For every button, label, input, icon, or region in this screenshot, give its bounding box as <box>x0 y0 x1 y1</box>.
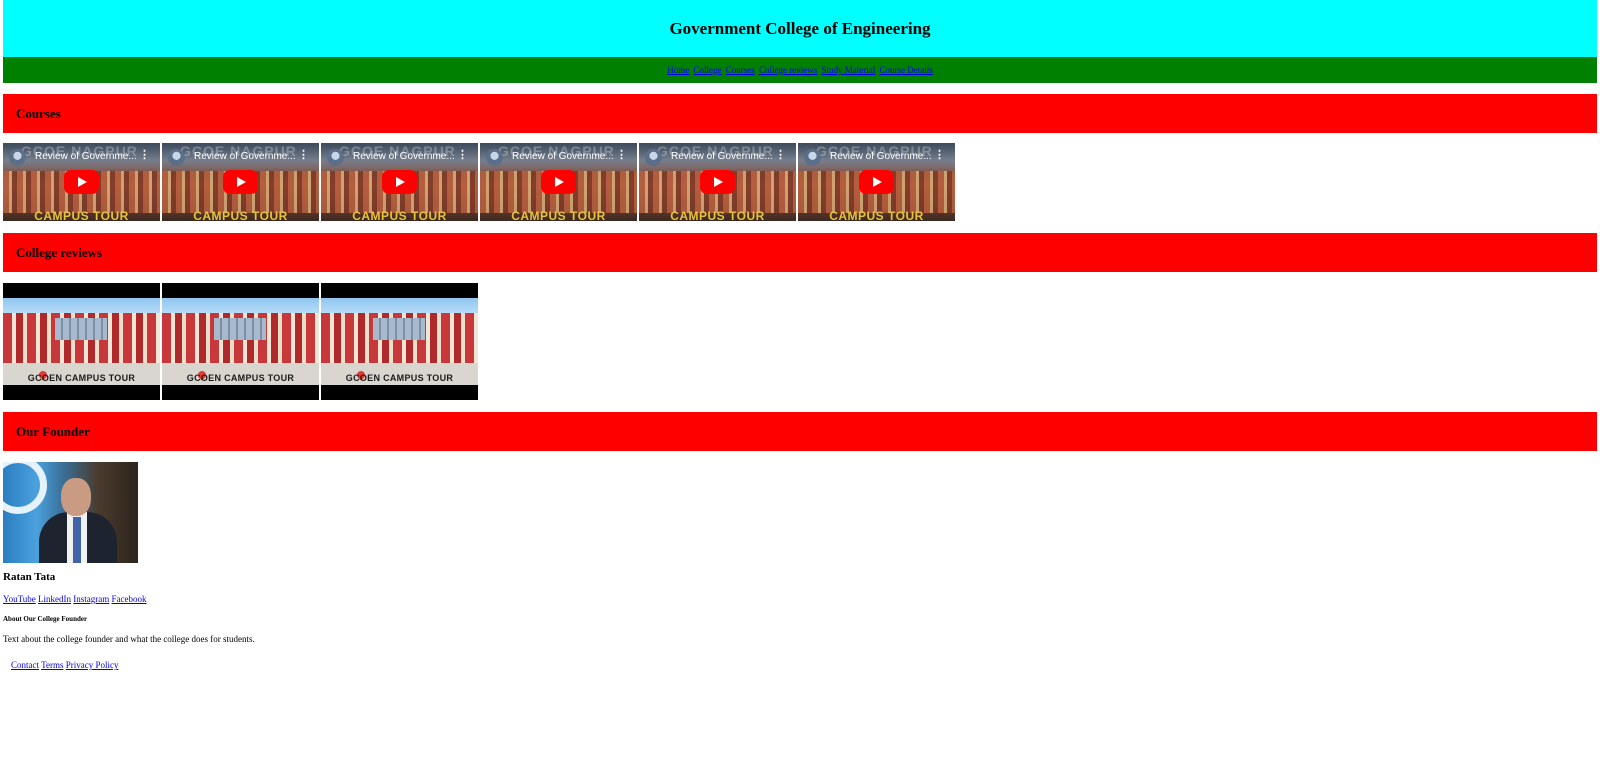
founder-social-links: YouTube LinkedIn Instagram Facebook <box>3 594 147 604</box>
video-embed[interactable]: GCOE NAGPUR Review of Governme... ⋮ CAMP… <box>639 143 796 221</box>
courses-section-header: Courses <box>3 94 1597 133</box>
tata-logo-icon <box>3 462 47 514</box>
founder-name: Ratan Tata <box>3 571 56 583</box>
video-title[interactable]: Review of Governme... <box>353 151 458 162</box>
video-title[interactable]: Review of Governme... <box>35 151 140 162</box>
video-title[interactable]: Review of Governme... <box>512 151 617 162</box>
channel-avatar-icon[interactable] <box>486 149 503 166</box>
play-button-icon[interactable] <box>382 170 417 194</box>
channel-avatar-icon[interactable] <box>804 149 821 166</box>
video-caption: CAMPUS TOUR <box>511 209 606 221</box>
facebook-link[interactable]: Facebook <box>112 594 147 604</box>
site-header: Government College of Engineering <box>3 0 1597 57</box>
more-options-icon[interactable]: ⋮ <box>616 150 627 161</box>
review-image: GCOEN CAMPUS TOUR <box>3 283 160 400</box>
video-embed[interactable]: GCOE NAGPUR Review of Governme... ⋮ CAMP… <box>321 143 478 221</box>
video-caption: CAMPUS TOUR <box>670 209 765 221</box>
review-image-caption: GCOEN CAMPUS TOUR <box>27 373 136 383</box>
video-caption: CAMPUS TOUR <box>193 209 288 221</box>
founder-section-header: Our Founder <box>3 412 1597 451</box>
about-founder-text: Text about the college founder and what … <box>3 634 255 644</box>
review-image-caption: GCOEN CAMPUS TOUR <box>345 373 454 383</box>
privacy-policy-link[interactable]: Privacy Policy <box>66 660 119 670</box>
youtube-link[interactable]: YouTube <box>3 594 36 604</box>
review-image: GCOEN CAMPUS TOUR <box>321 283 478 400</box>
review-image: GCOEN CAMPUS TOUR <box>162 283 319 400</box>
channel-avatar-icon[interactable] <box>9 149 26 166</box>
more-options-icon[interactable]: ⋮ <box>139 150 150 161</box>
top-navigation: Home College Courses College reviews Stu… <box>3 57 1597 83</box>
nav-link-college-reviews[interactable]: College reviews <box>759 65 817 75</box>
channel-avatar-icon[interactable] <box>645 149 662 166</box>
channel-avatar-icon[interactable] <box>168 149 185 166</box>
founder-heading: Our Founder <box>16 424 90 439</box>
reviews-heading: College reviews <box>16 245 103 260</box>
play-button-icon[interactable] <box>859 170 894 194</box>
play-button-icon[interactable] <box>64 170 99 194</box>
video-embed[interactable]: GCOE NAGPUR Review of Governme... ⋮ CAMP… <box>480 143 637 221</box>
video-title[interactable]: Review of Governme... <box>671 151 776 162</box>
video-embed[interactable]: GCOE NAGPUR Review of Governme... ⋮ CAMP… <box>162 143 319 221</box>
more-options-icon[interactable]: ⋮ <box>298 150 309 161</box>
nav-link-college[interactable]: College <box>694 65 722 75</box>
courses-video-row: GCOE NAGPUR Review of Governme... ⋮ CAMP… <box>3 143 957 221</box>
instagram-link[interactable]: Instagram <box>73 594 109 604</box>
reviews-section-header: College reviews <box>3 233 1597 272</box>
more-options-icon[interactable]: ⋮ <box>775 150 786 161</box>
play-button-icon[interactable] <box>700 170 735 194</box>
nav-link-course-details[interactable]: Course Details <box>879 65 932 75</box>
terms-link[interactable]: Terms <box>41 660 63 670</box>
play-button-icon[interactable] <box>541 170 576 194</box>
courses-heading: Courses <box>16 106 61 121</box>
play-button-icon[interactable] <box>223 170 258 194</box>
nav-link-home[interactable]: Home <box>667 65 689 75</box>
more-options-icon[interactable]: ⋮ <box>934 150 945 161</box>
about-founder-heading: About Our College Founder <box>3 615 88 623</box>
video-title[interactable]: Review of Governme... <box>830 151 935 162</box>
video-embed[interactable]: GCOE NAGPUR Review of Governme... ⋮ CAMP… <box>3 143 160 221</box>
video-caption: CAMPUS TOUR <box>34 209 129 221</box>
video-caption: CAMPUS TOUR <box>829 209 924 221</box>
linkedin-link[interactable]: LinkedIn <box>38 594 71 604</box>
reviews-image-row: GCOEN CAMPUS TOUR GCOEN CAMPUS TOUR GCOE… <box>3 283 480 400</box>
founder-photo <box>3 462 138 563</box>
channel-avatar-icon[interactable] <box>327 149 344 166</box>
contact-link[interactable]: Contact <box>11 660 39 670</box>
more-options-icon[interactable]: ⋮ <box>457 150 468 161</box>
video-title[interactable]: Review of Governme... <box>194 151 299 162</box>
site-title: Government College of Engineering <box>669 19 931 38</box>
nav-link-study-material[interactable]: Study Material <box>821 65 875 75</box>
footer-links: Contact Terms Privacy Policy <box>11 660 118 670</box>
review-image-caption: GCOEN CAMPUS TOUR <box>186 373 295 383</box>
nav-link-courses[interactable]: Courses <box>726 65 755 75</box>
video-caption: CAMPUS TOUR <box>352 209 447 221</box>
video-embed[interactable]: GCOE NAGPUR Review of Governme... ⋮ CAMP… <box>798 143 955 221</box>
